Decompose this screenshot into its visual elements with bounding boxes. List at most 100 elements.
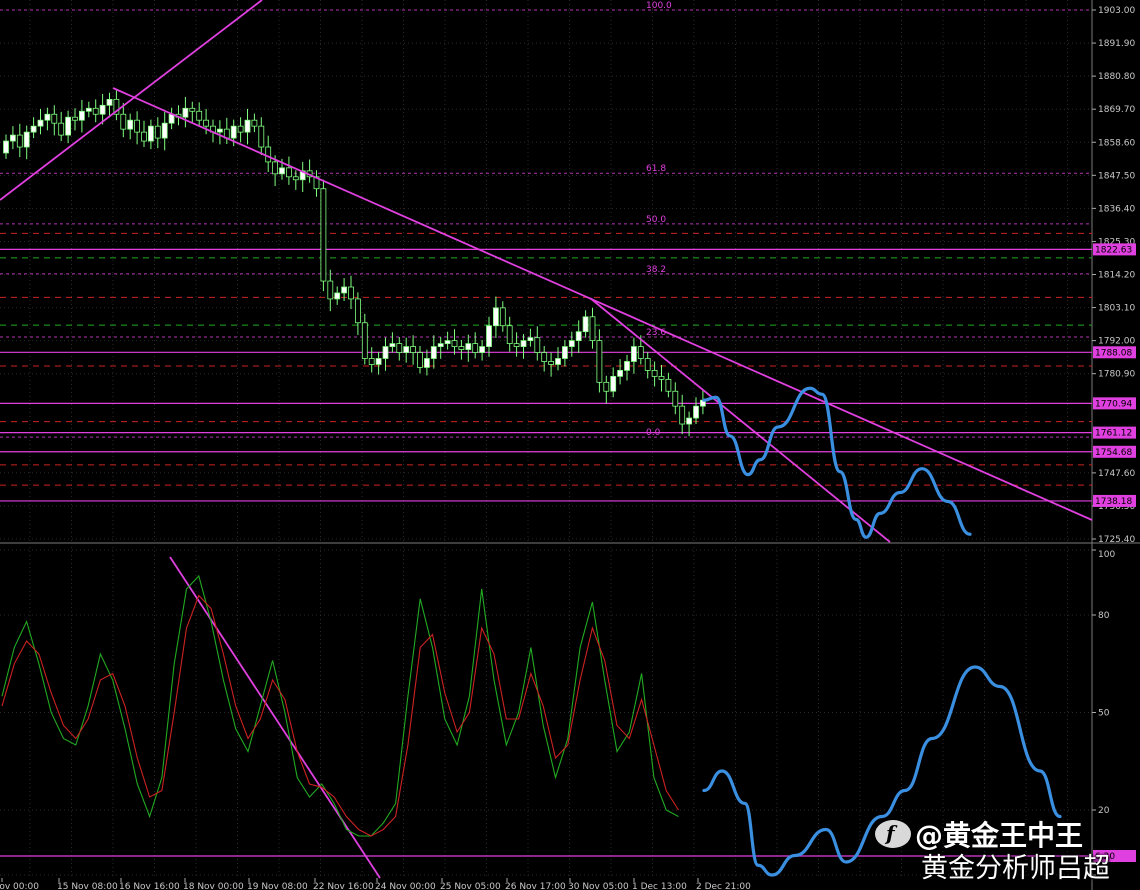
candle-body (92, 107, 99, 115)
candle-body (292, 176, 299, 181)
candle-body (665, 378, 672, 392)
time-tick-label: 15 Nov 08:00 (57, 882, 118, 890)
candle-body (527, 337, 534, 342)
price-level-label: 1770.94 (1095, 399, 1132, 409)
candle-body (637, 346, 644, 359)
stoch-tick-label: 100 (1098, 550, 1115, 560)
price-level-label: 1738.18 (1095, 497, 1132, 507)
candle-body (23, 131, 30, 148)
candle-body (589, 316, 596, 342)
time-tick-label: 19 Nov 08:00 (247, 882, 308, 890)
candle-body (327, 280, 334, 300)
time-tick-label: 2 Nov 00:00 (0, 882, 39, 890)
candle-body (348, 286, 354, 300)
candle-body (403, 346, 410, 353)
time-tick-label: 22 Nov 16:00 (313, 882, 374, 890)
price-tick-label: 1903.00 (1098, 6, 1135, 16)
price-tick-label: 1725.40 (1098, 535, 1135, 545)
candle-body (658, 375, 665, 380)
candle-body (672, 390, 679, 407)
candle-body (458, 346, 465, 350)
candle-body (134, 119, 141, 133)
candle-body (354, 298, 361, 324)
candle-body (334, 292, 341, 300)
candle-body (603, 381, 610, 392)
time-tick-label: 16 Nov 16:00 (119, 882, 180, 890)
weibo-logo-icon: f (875, 820, 911, 848)
candle-body (189, 107, 196, 112)
fib-label: 23.6 (646, 328, 666, 338)
price-level-label: 1822.63 (1095, 245, 1132, 255)
candle-body (51, 113, 58, 124)
time-tick-label: 1 Dec 13:00 (632, 882, 687, 890)
candle-body (555, 358, 561, 365)
candle-body (486, 325, 492, 347)
candle-body (99, 104, 106, 115)
price-tick-label: 1747.60 (1098, 469, 1135, 479)
candle-body (465, 343, 472, 350)
candle-body (499, 307, 506, 327)
projection-paths (702, 386, 1062, 877)
candle-body (444, 340, 451, 345)
candle-body (610, 375, 617, 392)
time-tick-label: 2 Dec 21:00 (696, 882, 751, 890)
time-axis: 2 Nov 00:00 15 Nov 08:0016 Nov 16:0018 No… (0, 878, 751, 890)
candle-body (679, 405, 686, 425)
fib-levels: 100.061.850.038.223.60.0 (0, 1, 1092, 486)
candle-body (417, 352, 423, 368)
candle-body (624, 361, 630, 371)
candle-body (541, 352, 548, 362)
candle-body (265, 146, 272, 163)
candle-body (285, 167, 292, 178)
candle-body (127, 119, 134, 130)
price-tick-label: 1869.70 (1098, 105, 1135, 115)
time-tick-label: 25 Nov 05:00 (440, 882, 501, 890)
stoch-tick-label: 50 (1098, 709, 1110, 719)
fib-label: 50.0 (646, 215, 666, 225)
candle-body (568, 340, 575, 347)
candle-body (258, 125, 265, 148)
trendline (589, 297, 891, 543)
price-tick-label: 1847.50 (1098, 171, 1135, 181)
candle-body (472, 343, 479, 353)
price-axis: 1903.00 1891.90 1880.80 1869.70 1858.60 1847.… (1092, 6, 1135, 545)
price-tick-label: 1792.00 (1098, 337, 1135, 347)
price-level-label: 1788.08 (1095, 348, 1132, 358)
candle-body (423, 358, 430, 368)
candle-body (548, 361, 554, 365)
candle-body (341, 286, 348, 294)
watermark-author: 黄金分析师吕超 (921, 853, 1110, 884)
candle-body (382, 346, 389, 359)
time-tick-label: 26 Nov 17:00 (505, 882, 566, 890)
candle-body (451, 340, 458, 347)
candle-body (230, 125, 237, 139)
price-tick-label: 1814.20 (1098, 271, 1135, 281)
candle-body (513, 343, 520, 347)
candle-body (410, 346, 417, 353)
fib-label: 38.2 (646, 265, 666, 275)
candle-body (430, 346, 437, 359)
time-tick-label: 30 Nov 05:00 (568, 882, 629, 890)
candle-body (644, 358, 651, 371)
candle-body (9, 134, 16, 142)
candle-body (79, 110, 85, 121)
price-grid (0, 0, 1140, 890)
candle-body (161, 122, 168, 139)
candle-body (693, 405, 699, 419)
candle-body (617, 370, 623, 377)
price-tick-label: 1836.40 (1098, 204, 1135, 214)
price-level-label: 1754.68 (1095, 448, 1132, 458)
candle-body (582, 316, 589, 333)
candle-body (203, 119, 210, 127)
price-tick-label: 1780.90 (1098, 370, 1135, 380)
price-level-label: 1761.12 (1095, 429, 1132, 439)
candle-body (16, 134, 23, 148)
candle-body (320, 188, 327, 282)
candle-body (375, 358, 382, 365)
time-tick-label: 24 Nov 00:00 (375, 882, 436, 890)
watermark: f @黄金王中王 黄金分析师吕超 (875, 812, 1135, 884)
candle-body (631, 346, 637, 362)
candle-body (562, 346, 568, 359)
candle-body (65, 116, 71, 136)
candle-body (44, 113, 51, 121)
